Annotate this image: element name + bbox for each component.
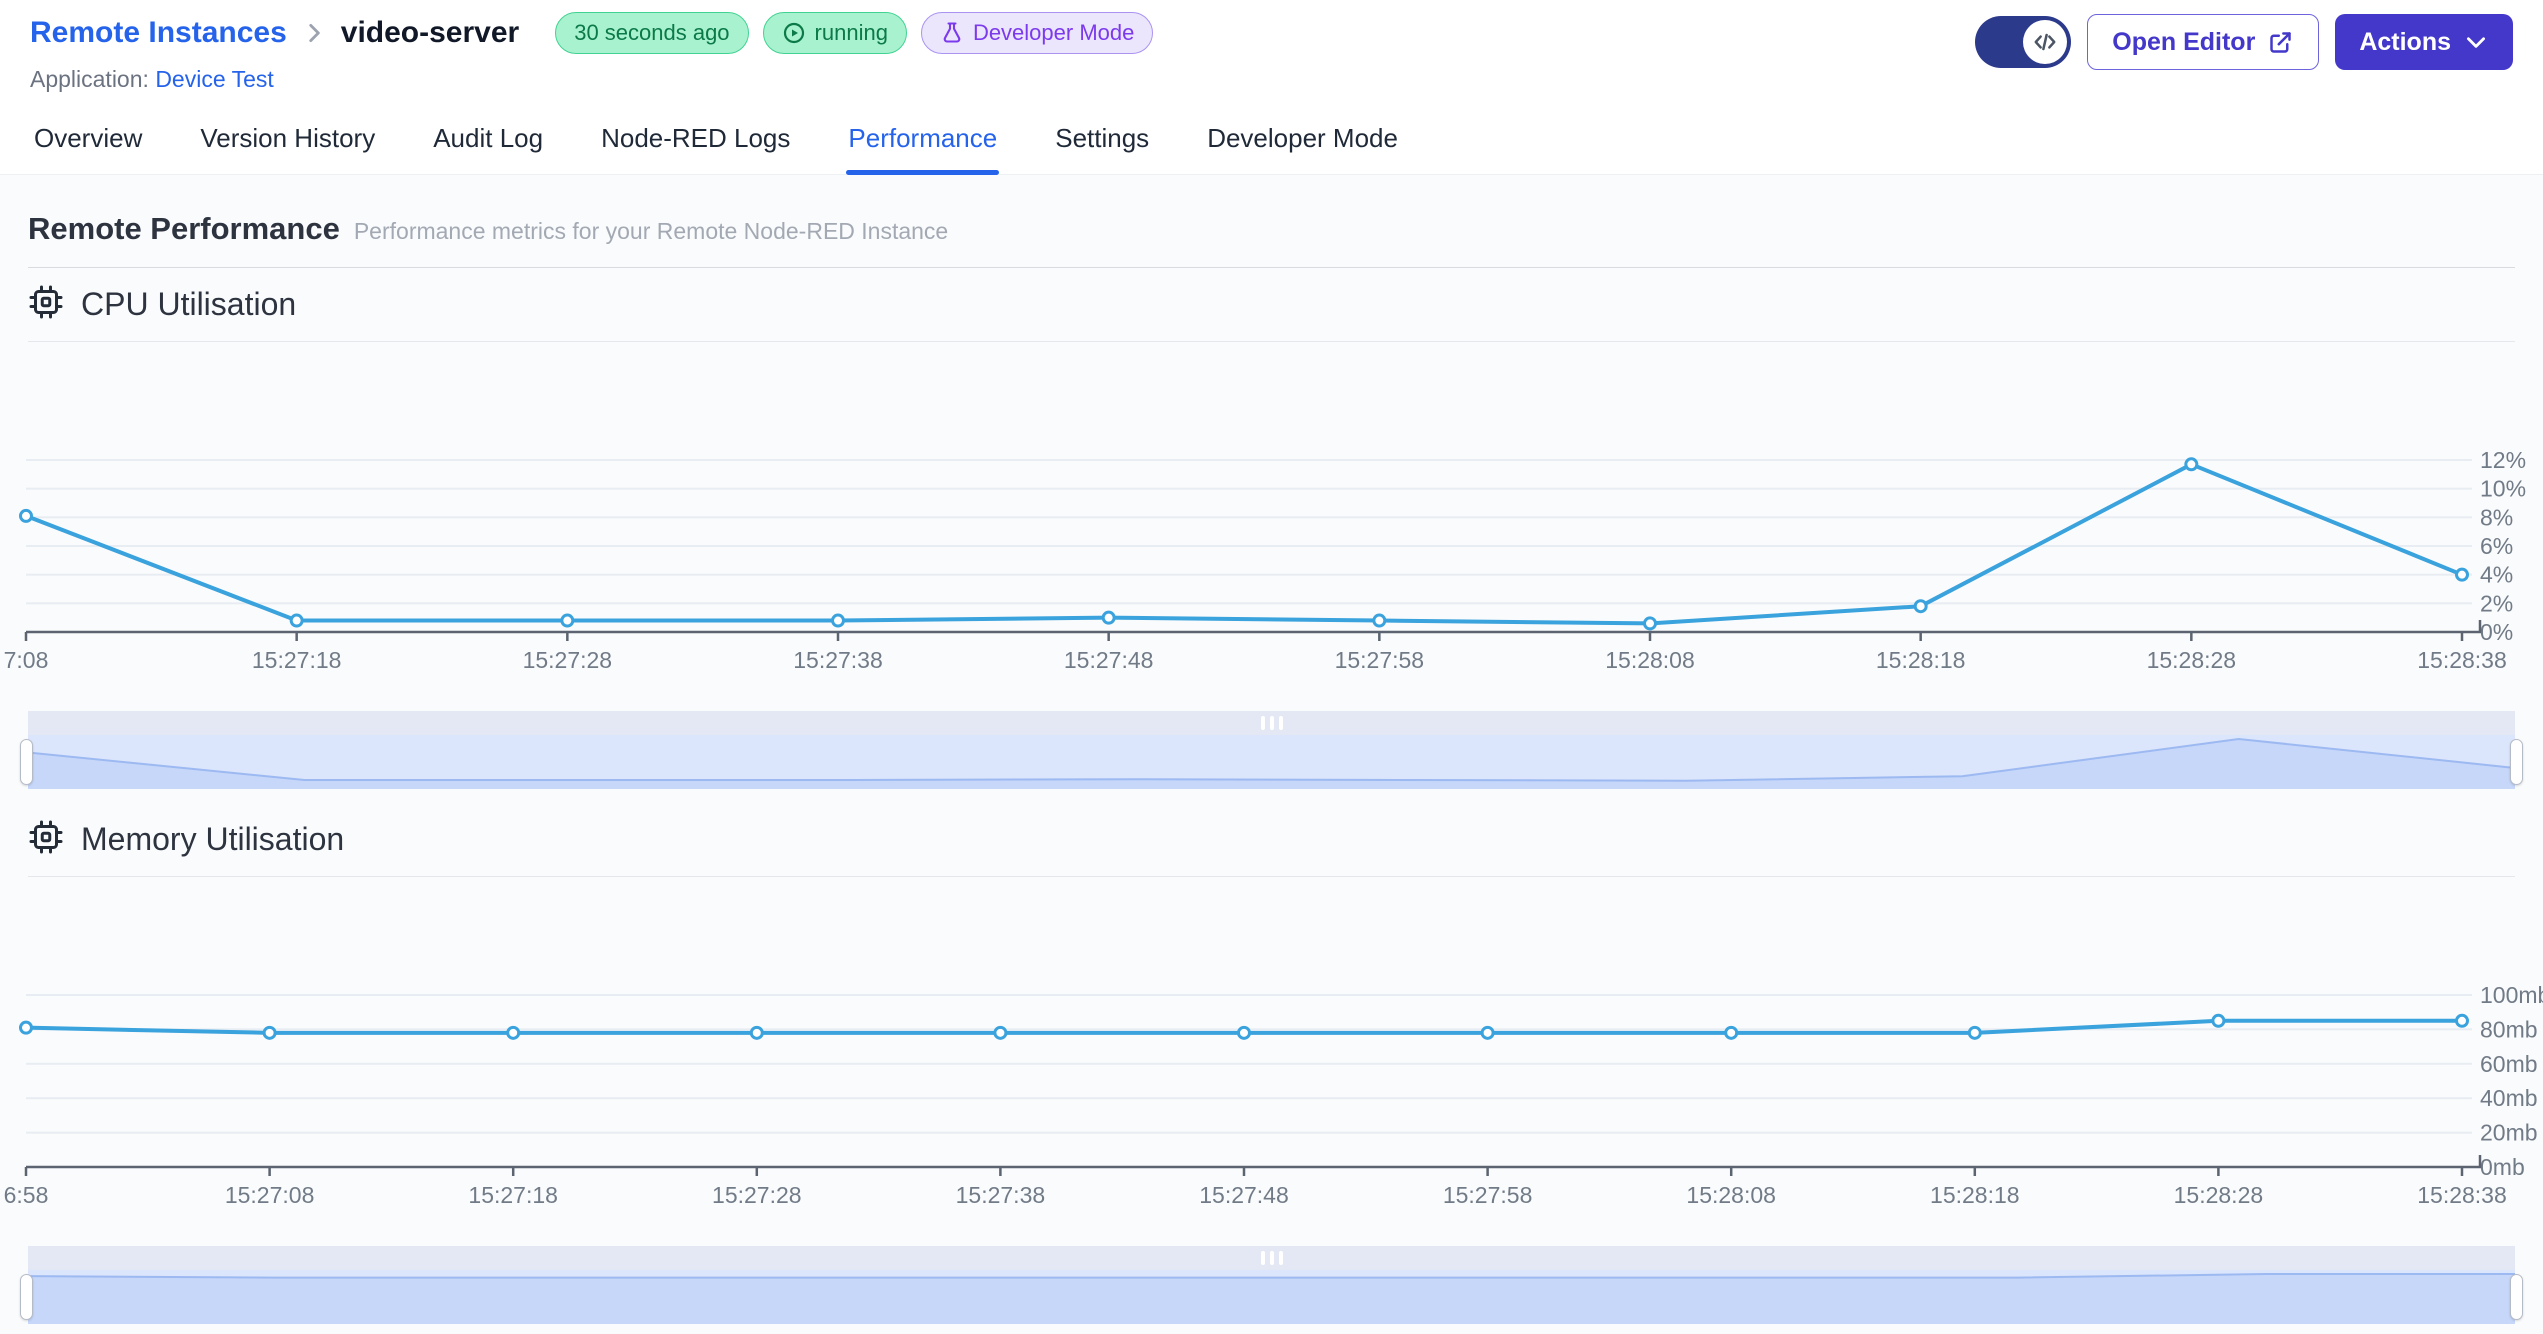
svg-text:10%: 10% bbox=[2480, 476, 2526, 502]
svg-text:15:28:38: 15:28:38 bbox=[2417, 647, 2507, 673]
page-header: Remote Instances video-server 30 seconds… bbox=[0, 0, 2543, 93]
svg-text:80mb: 80mb bbox=[2480, 1016, 2538, 1042]
svg-text:15:28:18: 15:28:18 bbox=[1876, 647, 1966, 673]
breadcrumb: Remote Instances video-server 30 seconds… bbox=[30, 12, 1154, 54]
svg-text:15:27:28: 15:27:28 bbox=[712, 1182, 802, 1208]
svg-text:0%: 0% bbox=[2480, 619, 2513, 645]
svg-text:6%: 6% bbox=[2480, 533, 2513, 559]
memory-brush-minichart bbox=[28, 1270, 2515, 1324]
memory-brush-drag-bar[interactable] bbox=[28, 1246, 2515, 1270]
svg-text:15:27:08: 15:27:08 bbox=[225, 1182, 315, 1208]
svg-text:15:27:38: 15:27:38 bbox=[956, 1182, 1046, 1208]
svg-text:15:27:48: 15:27:48 bbox=[1199, 1182, 1289, 1208]
cpu-brush-handle-right[interactable] bbox=[2510, 739, 2523, 785]
cpu-chip-icon bbox=[28, 284, 64, 325]
svg-text:15:28:08: 15:28:08 bbox=[1605, 647, 1695, 673]
svg-text:2%: 2% bbox=[2480, 590, 2513, 616]
chevron-down-icon bbox=[2463, 29, 2489, 55]
open-editor-button[interactable]: Open Editor bbox=[2087, 14, 2320, 70]
breadcrumb-parent-link[interactable]: Remote Instances bbox=[30, 16, 287, 50]
external-link-icon bbox=[2267, 29, 2294, 56]
developer-mode-toggle[interactable] bbox=[1975, 16, 2072, 68]
tab-node-red-logs[interactable]: Node-RED Logs bbox=[599, 107, 792, 174]
svg-text:15:27:38: 15:27:38 bbox=[793, 647, 883, 673]
tab-audit-log[interactable]: Audit Log bbox=[431, 107, 545, 174]
cpu-brush-handle-left[interactable] bbox=[20, 739, 33, 785]
svg-text:15:28:38: 15:28:38 bbox=[2417, 1182, 2507, 1208]
svg-text:8%: 8% bbox=[2480, 504, 2513, 530]
cpu-section: CPU Utilisation 0% 2% 4% 6% 8% 10% 12% 7:08 15:2… bbox=[4, 268, 2526, 789]
cpu-brush-drag-bar[interactable] bbox=[28, 711, 2515, 735]
developer-mode-badge: Developer Mode bbox=[920, 12, 1154, 54]
cpu-section-title: CPU Utilisation bbox=[81, 286, 297, 322]
cpu-chart: 0% 2%4% 6% 8%10% 12% 7:08 15:27:18 15:27:28 15:2… bbox=[4, 447, 2526, 673]
tab-developer-mode[interactable]: Developer Mode bbox=[1205, 107, 1400, 174]
svg-text:40mb: 40mb bbox=[2480, 1085, 2538, 1111]
application-link[interactable]: Device Test bbox=[155, 66, 273, 92]
svg-text:15:27:58: 15:27:58 bbox=[1443, 1182, 1533, 1208]
cpu-brush-minichart bbox=[28, 735, 2515, 789]
svg-text:0mb: 0mb bbox=[2480, 1154, 2525, 1180]
tab-overview[interactable]: Overview bbox=[32, 107, 144, 174]
page-subtitle: Performance metrics for your Remote Node… bbox=[353, 218, 949, 244]
performance-page: Remote Performance Performance metrics f… bbox=[0, 175, 2543, 1334]
svg-text:15:28:18: 15:28:18 bbox=[1930, 1182, 2020, 1208]
last-seen-badge: 30 seconds ago bbox=[555, 12, 749, 54]
application-row: Application: Device Test bbox=[30, 66, 274, 92]
play-circle-icon bbox=[782, 21, 806, 45]
tab-performance[interactable]: Performance bbox=[846, 107, 1000, 175]
status-badge: running bbox=[762, 12, 907, 54]
svg-text:20mb: 20mb bbox=[2480, 1120, 2538, 1146]
chevron-right-icon bbox=[301, 20, 327, 46]
svg-text:15:28:08: 15:28:08 bbox=[1686, 1182, 1776, 1208]
flask-icon bbox=[940, 21, 964, 45]
svg-text:15:28:28: 15:28:28 bbox=[2174, 1182, 2264, 1208]
svg-text:7:08: 7:08 bbox=[4, 647, 49, 673]
svg-text:60mb: 60mb bbox=[2480, 1051, 2538, 1077]
svg-text:12%: 12% bbox=[2480, 447, 2526, 473]
actions-button[interactable]: Actions bbox=[2335, 14, 2513, 70]
tab-version-history[interactable]: Version History bbox=[198, 107, 377, 174]
svg-text:15:27:28: 15:27:28 bbox=[523, 647, 613, 673]
svg-text:15:27:18: 15:27:18 bbox=[252, 647, 342, 673]
memory-brush[interactable] bbox=[20, 1246, 2523, 1324]
cpu-brush[interactable] bbox=[20, 711, 2523, 789]
drag-grip-icon bbox=[1260, 716, 1283, 730]
memory-section-title: Memory Utilisation bbox=[81, 821, 345, 857]
memory-chip-icon bbox=[28, 819, 64, 860]
instance-name: video-server bbox=[340, 16, 520, 49]
memory-chart: 0mb 20mb 40mb 60mb 80mb 100mb 6:58 15:27:08 15:2… bbox=[4, 982, 2543, 1208]
memory-brush-handle-right[interactable] bbox=[2510, 1274, 2523, 1320]
code-icon bbox=[2023, 20, 2068, 64]
memory-section: Memory Utilisation 0mb 20mb 40mb 60mb 80mb 10… bbox=[4, 803, 2543, 1324]
svg-text:15:27:58: 15:27:58 bbox=[1335, 647, 1425, 673]
svg-text:4%: 4% bbox=[2480, 562, 2513, 588]
drag-grip-icon bbox=[1260, 1251, 1283, 1265]
instance-tabs: Overview Version History Audit Log Node-RED… bbox=[0, 107, 2543, 175]
memory-brush-handle-left[interactable] bbox=[20, 1274, 33, 1320]
svg-text:15:27:18: 15:27:18 bbox=[468, 1182, 558, 1208]
svg-text:100mb: 100mb bbox=[2480, 982, 2543, 1008]
tab-settings[interactable]: Settings bbox=[1053, 107, 1151, 174]
page-title: Remote Performance bbox=[28, 211, 340, 246]
svg-text:15:27:48: 15:27:48 bbox=[1064, 647, 1154, 673]
svg-text:15:28:28: 15:28:28 bbox=[2147, 647, 2237, 673]
svg-text:6:58: 6:58 bbox=[4, 1182, 49, 1208]
